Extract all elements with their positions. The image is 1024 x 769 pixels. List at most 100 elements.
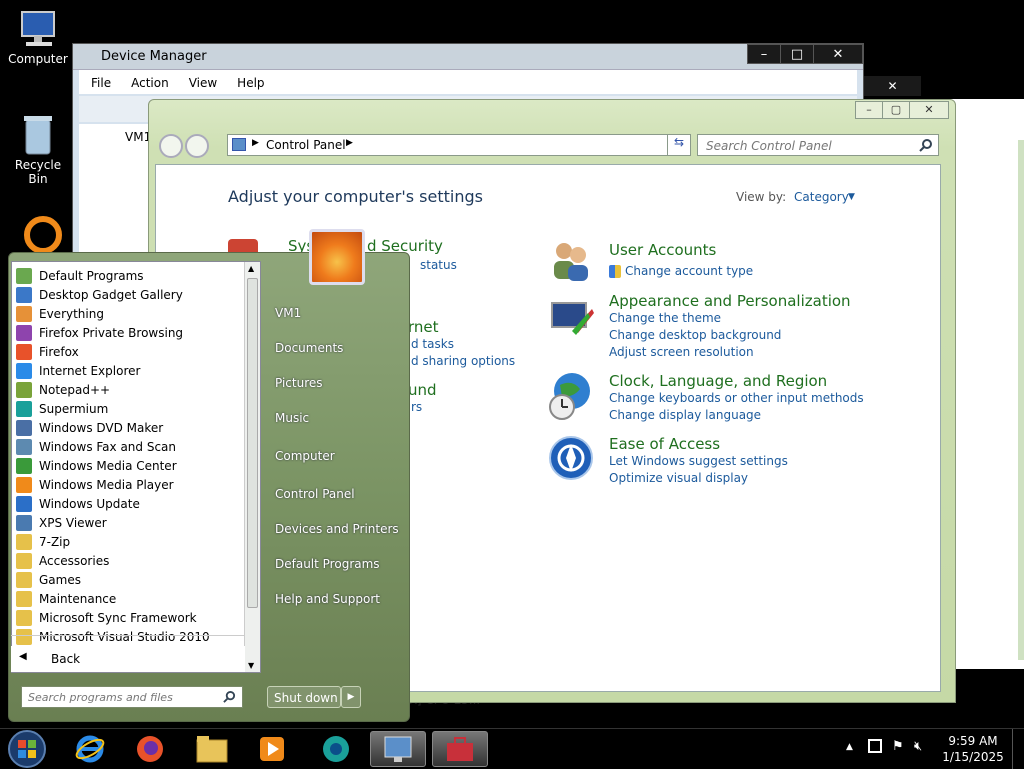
desktop-icon-recycle-bin[interactable]: Recycle Bin — [6, 112, 70, 186]
forward-button[interactable] — [185, 134, 209, 158]
start-menu-link[interactable]: Documents — [275, 341, 343, 355]
program-item[interactable]: Games — [16, 570, 236, 589]
start-menu-link[interactable]: Computer — [275, 449, 335, 463]
program-label: Windows Update — [39, 496, 140, 511]
start-menu-link[interactable]: VM1 — [275, 306, 301, 320]
action-center-flag-icon[interactable]: ⚑ — [892, 739, 904, 754]
category-link-fragment[interactable]: d sharing options — [411, 354, 515, 368]
view-by-dropdown[interactable]: Category — [794, 190, 849, 204]
program-item[interactable]: Default Programs — [16, 266, 236, 285]
user-picture[interactable] — [309, 229, 365, 285]
program-item[interactable]: Notepad++ — [16, 380, 236, 399]
back-button[interactable] — [159, 134, 183, 158]
program-list[interactable]: ▲ ▼ Default Programs Desktop Gadget Galle… — [11, 261, 261, 673]
maximize-button[interactable]: ▢ — [882, 101, 910, 119]
start-menu-link[interactable]: Music — [275, 411, 309, 425]
shutdown-button[interactable]: Shut down — [267, 686, 341, 708]
category-title-appearance[interactable]: Appearance and Personalization — [609, 292, 851, 310]
network-icon[interactable] — [868, 739, 882, 753]
start-menu-link[interactable]: Help and Support — [275, 592, 380, 606]
start-menu-link[interactable]: Pictures — [275, 376, 323, 390]
search-input[interactable]: Search Control Panel — [697, 134, 939, 156]
program-icon — [16, 305, 32, 322]
taskbar-device-manager[interactable] — [432, 731, 488, 767]
media-player-icon — [260, 737, 284, 761]
program-item[interactable]: Windows Fax and Scan — [16, 437, 236, 456]
taskbar-supermium[interactable] — [308, 731, 364, 767]
chevron-down-icon[interactable]: ▼ — [848, 192, 855, 202]
link-optimize-visual-display[interactable]: Optimize visual display — [609, 471, 748, 485]
start-menu-link[interactable]: Default Programs — [275, 557, 380, 571]
category-title-fragment[interactable]: rnet — [408, 318, 439, 336]
menu-action[interactable]: Action — [131, 76, 169, 90]
program-item[interactable]: Microsoft Sync Framework — [16, 608, 236, 627]
minimize-button[interactable]: – — [747, 44, 781, 64]
category-title-fragment[interactable]: und — [408, 381, 437, 399]
clock[interactable]: 9:59 AM 1/15/2025 — [940, 733, 1006, 765]
program-item[interactable]: Windows Media Center — [16, 456, 236, 475]
taskbar-firefox[interactable] — [122, 731, 178, 767]
category-link-fragment[interactable]: rs — [411, 400, 422, 414]
category-title-user-accounts[interactable]: User Accounts — [609, 241, 716, 259]
link-change-account-type[interactable]: Change account type — [625, 264, 753, 278]
program-item[interactable]: Microsoft Visual Studio 2010 — [16, 627, 236, 646]
program-item[interactable]: Desktop Gadget Gallery — [16, 285, 236, 304]
taskbar-file-explorer[interactable] — [184, 731, 240, 767]
start-menu-link[interactable]: Devices and Printers — [275, 522, 399, 536]
refresh-button[interactable]: ⇆ — [667, 134, 691, 156]
desktop-app-orange-icon[interactable] — [24, 216, 62, 254]
category-title-clock-language-region[interactable]: Clock, Language, and Region — [609, 372, 827, 390]
link-change-keyboards[interactable]: Change keyboards or other input methods — [609, 391, 864, 405]
breadcrumb-control-panel[interactable]: Control Panel — [266, 138, 346, 152]
scroll-down-icon[interactable]: ▼ — [248, 661, 254, 670]
show-hidden-icons-icon[interactable]: ▲ — [846, 742, 853, 752]
program-label: XPS Viewer — [39, 515, 107, 530]
volume-muted-icon[interactable]: 🔇︎ — [914, 739, 922, 754]
close-button[interactable]: ✕ — [813, 44, 863, 64]
link-adjust-screen-resolution[interactable]: Adjust screen resolution — [609, 345, 754, 359]
taskbar-media-player[interactable] — [244, 731, 300, 767]
shutdown-options-button[interactable]: ▶ — [341, 686, 361, 708]
link-change-desktop-background[interactable]: Change desktop background — [609, 328, 781, 342]
link-let-windows-suggest[interactable]: Let Windows suggest settings — [609, 454, 788, 468]
category-link-fragment[interactable]: status — [420, 258, 457, 272]
address-bar[interactable]: ▶ Control Panel ▶ ▼ — [227, 134, 685, 156]
menu-view[interactable]: View — [189, 76, 217, 90]
start-menu-link[interactable]: Control Panel — [275, 487, 355, 501]
scroll-thumb[interactable] — [247, 278, 258, 608]
program-item[interactable]: Internet Explorer — [16, 361, 236, 380]
link-change-display-language[interactable]: Change display language — [609, 408, 761, 422]
start-search-input[interactable]: Search programs and files — [21, 686, 243, 708]
back-button[interactable]: ◀ Back — [11, 646, 245, 672]
program-item[interactable]: Windows DVD Maker — [16, 418, 236, 437]
menu-help[interactable]: Help — [237, 76, 264, 90]
program-item[interactable]: 7-Zip — [16, 532, 236, 551]
maximize-button[interactable]: □ — [780, 44, 814, 64]
breadcrumb-chevron[interactable]: ▶ — [346, 138, 353, 148]
program-item[interactable]: Accessories — [16, 551, 236, 570]
hidden-window-close[interactable]: ✕ — [864, 76, 921, 96]
program-item[interactable]: Supermium — [16, 399, 236, 418]
program-list-scrollbar[interactable]: ▲ ▼ — [244, 262, 260, 672]
show-desktop-button[interactable] — [1012, 729, 1024, 769]
category-link-fragment[interactable]: d tasks — [411, 337, 454, 351]
desktop-icon-computer[interactable]: Computer — [6, 8, 70, 66]
start-button[interactable] — [0, 730, 54, 768]
link-change-theme[interactable]: Change the theme — [609, 311, 721, 325]
program-item[interactable]: Maintenance — [16, 589, 236, 608]
category-title-ease-of-access[interactable]: Ease of Access — [609, 435, 720, 453]
program-icon — [16, 267, 32, 284]
program-item[interactable]: Firefox — [16, 342, 236, 361]
menu-file[interactable]: File — [91, 76, 111, 90]
program-label: 7-Zip — [39, 534, 71, 549]
program-item[interactable]: XPS Viewer — [16, 513, 236, 532]
close-button[interactable]: ✕ — [909, 101, 949, 119]
scroll-up-icon[interactable]: ▲ — [248, 264, 254, 273]
minimize-button[interactable]: – — [855, 101, 883, 119]
program-item[interactable]: Windows Update — [16, 494, 236, 513]
program-item[interactable]: Everything — [16, 304, 236, 323]
program-item[interactable]: Windows Media Player — [16, 475, 236, 494]
program-item[interactable]: Firefox Private Browsing — [16, 323, 236, 342]
taskbar-internet-explorer[interactable] — [62, 731, 118, 767]
taskbar-control-panel[interactable] — [370, 731, 426, 767]
